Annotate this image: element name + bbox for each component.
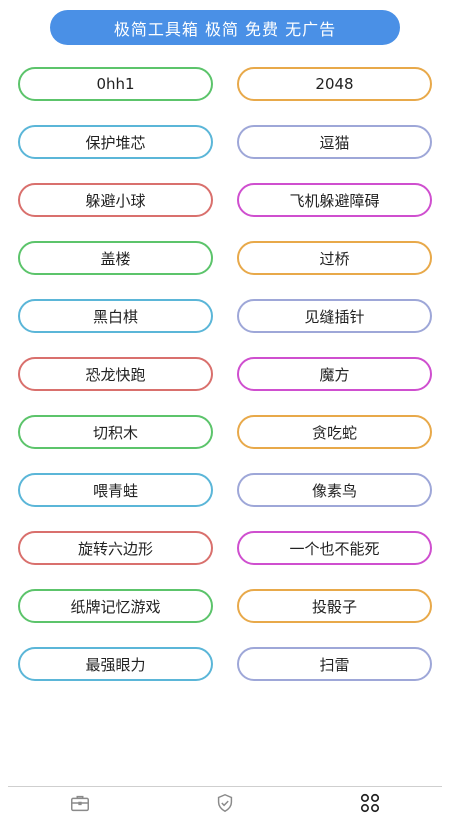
game-button-rubiks-cube[interactable]: 魔方 (237, 357, 432, 391)
game-button-2048[interactable]: 2048 (237, 67, 432, 101)
bottom-nav (8, 786, 442, 819)
game-label: 旋转六边形 (77, 539, 153, 558)
game-button-minesweeper[interactable]: 扫雷 (237, 647, 432, 681)
game-button-feed-frog[interactable]: 喂青蛙 (18, 473, 213, 507)
nav-toolbox[interactable] (45, 788, 115, 818)
game-label: 切积木 (92, 423, 138, 442)
game-label: 盖楼 (100, 249, 131, 268)
game-button-cut-blocks[interactable]: 切积木 (18, 415, 213, 449)
game-button-protect-core[interactable]: 保护堆芯 (18, 125, 213, 159)
game-label: 最强眼力 (85, 655, 146, 674)
shield-check-icon (217, 793, 233, 813)
game-label: 投骰子 (311, 597, 357, 616)
game-button-dino-run[interactable]: 恐龙快跑 (18, 357, 213, 391)
game-button-card-memory[interactable]: 纸牌记忆游戏 (18, 589, 213, 623)
game-label: 魔方 (319, 365, 350, 384)
game-label: 逗猫 (319, 133, 350, 152)
game-button-reversi[interactable]: 黑白棋 (18, 299, 213, 333)
game-button-pin-insert[interactable]: 见缝插针 (237, 299, 432, 333)
game-button-pixel-bird[interactable]: 像素鸟 (237, 473, 432, 507)
header-banner: 极简工具箱 极简 免费 无广告 (50, 10, 400, 45)
game-grid: 0hh1 2048 保护堆芯 逗猫 躲避小球 飞机躲避障碍 盖楼 过桥 黑白棋 … (18, 67, 432, 681)
banner-text: 极简工具箱 极简 免费 无广告 (113, 19, 337, 39)
game-label: 0hh1 (96, 75, 135, 93)
game-label: 躲避小球 (85, 191, 146, 210)
game-button-plane-dodge[interactable]: 飞机躲避障碍 (237, 183, 432, 217)
grid-apps-icon (360, 793, 379, 813)
game-button-sharp-eye[interactable]: 最强眼力 (18, 647, 213, 681)
game-button-roll-dice[interactable]: 投骰子 (237, 589, 432, 623)
game-button-tease-cat[interactable]: 逗猫 (237, 125, 432, 159)
game-label: 2048 (315, 75, 354, 93)
game-label: 保护堆芯 (85, 133, 146, 152)
nav-games[interactable] (335, 788, 405, 818)
game-button-snake[interactable]: 贪吃蛇 (237, 415, 432, 449)
game-button-rotate-hexagon[interactable]: 旋转六边形 (18, 531, 213, 565)
game-label: 飞机躲避障碍 (289, 191, 380, 210)
game-label: 贪吃蛇 (311, 423, 357, 442)
game-button-cross-bridge[interactable]: 过桥 (237, 241, 432, 275)
game-label: 像素鸟 (311, 481, 357, 500)
game-button-0hh1[interactable]: 0hh1 (18, 67, 213, 101)
nav-security[interactable] (190, 788, 260, 818)
game-label: 扫雷 (319, 655, 350, 674)
game-label: 黑白棋 (92, 307, 138, 326)
game-label: 喂青蛙 (92, 481, 138, 500)
game-label: 见缝插针 (304, 307, 365, 326)
game-button-dodge-ball[interactable]: 躲避小球 (18, 183, 213, 217)
game-label: 一个也不能死 (289, 539, 380, 558)
game-label: 过桥 (319, 249, 350, 268)
game-button-none-can-die[interactable]: 一个也不能死 (237, 531, 432, 565)
game-label: 恐龙快跑 (85, 365, 146, 384)
game-button-build-tower[interactable]: 盖楼 (18, 241, 213, 275)
game-label: 纸牌记忆游戏 (70, 597, 161, 616)
toolbox-icon (71, 795, 90, 812)
